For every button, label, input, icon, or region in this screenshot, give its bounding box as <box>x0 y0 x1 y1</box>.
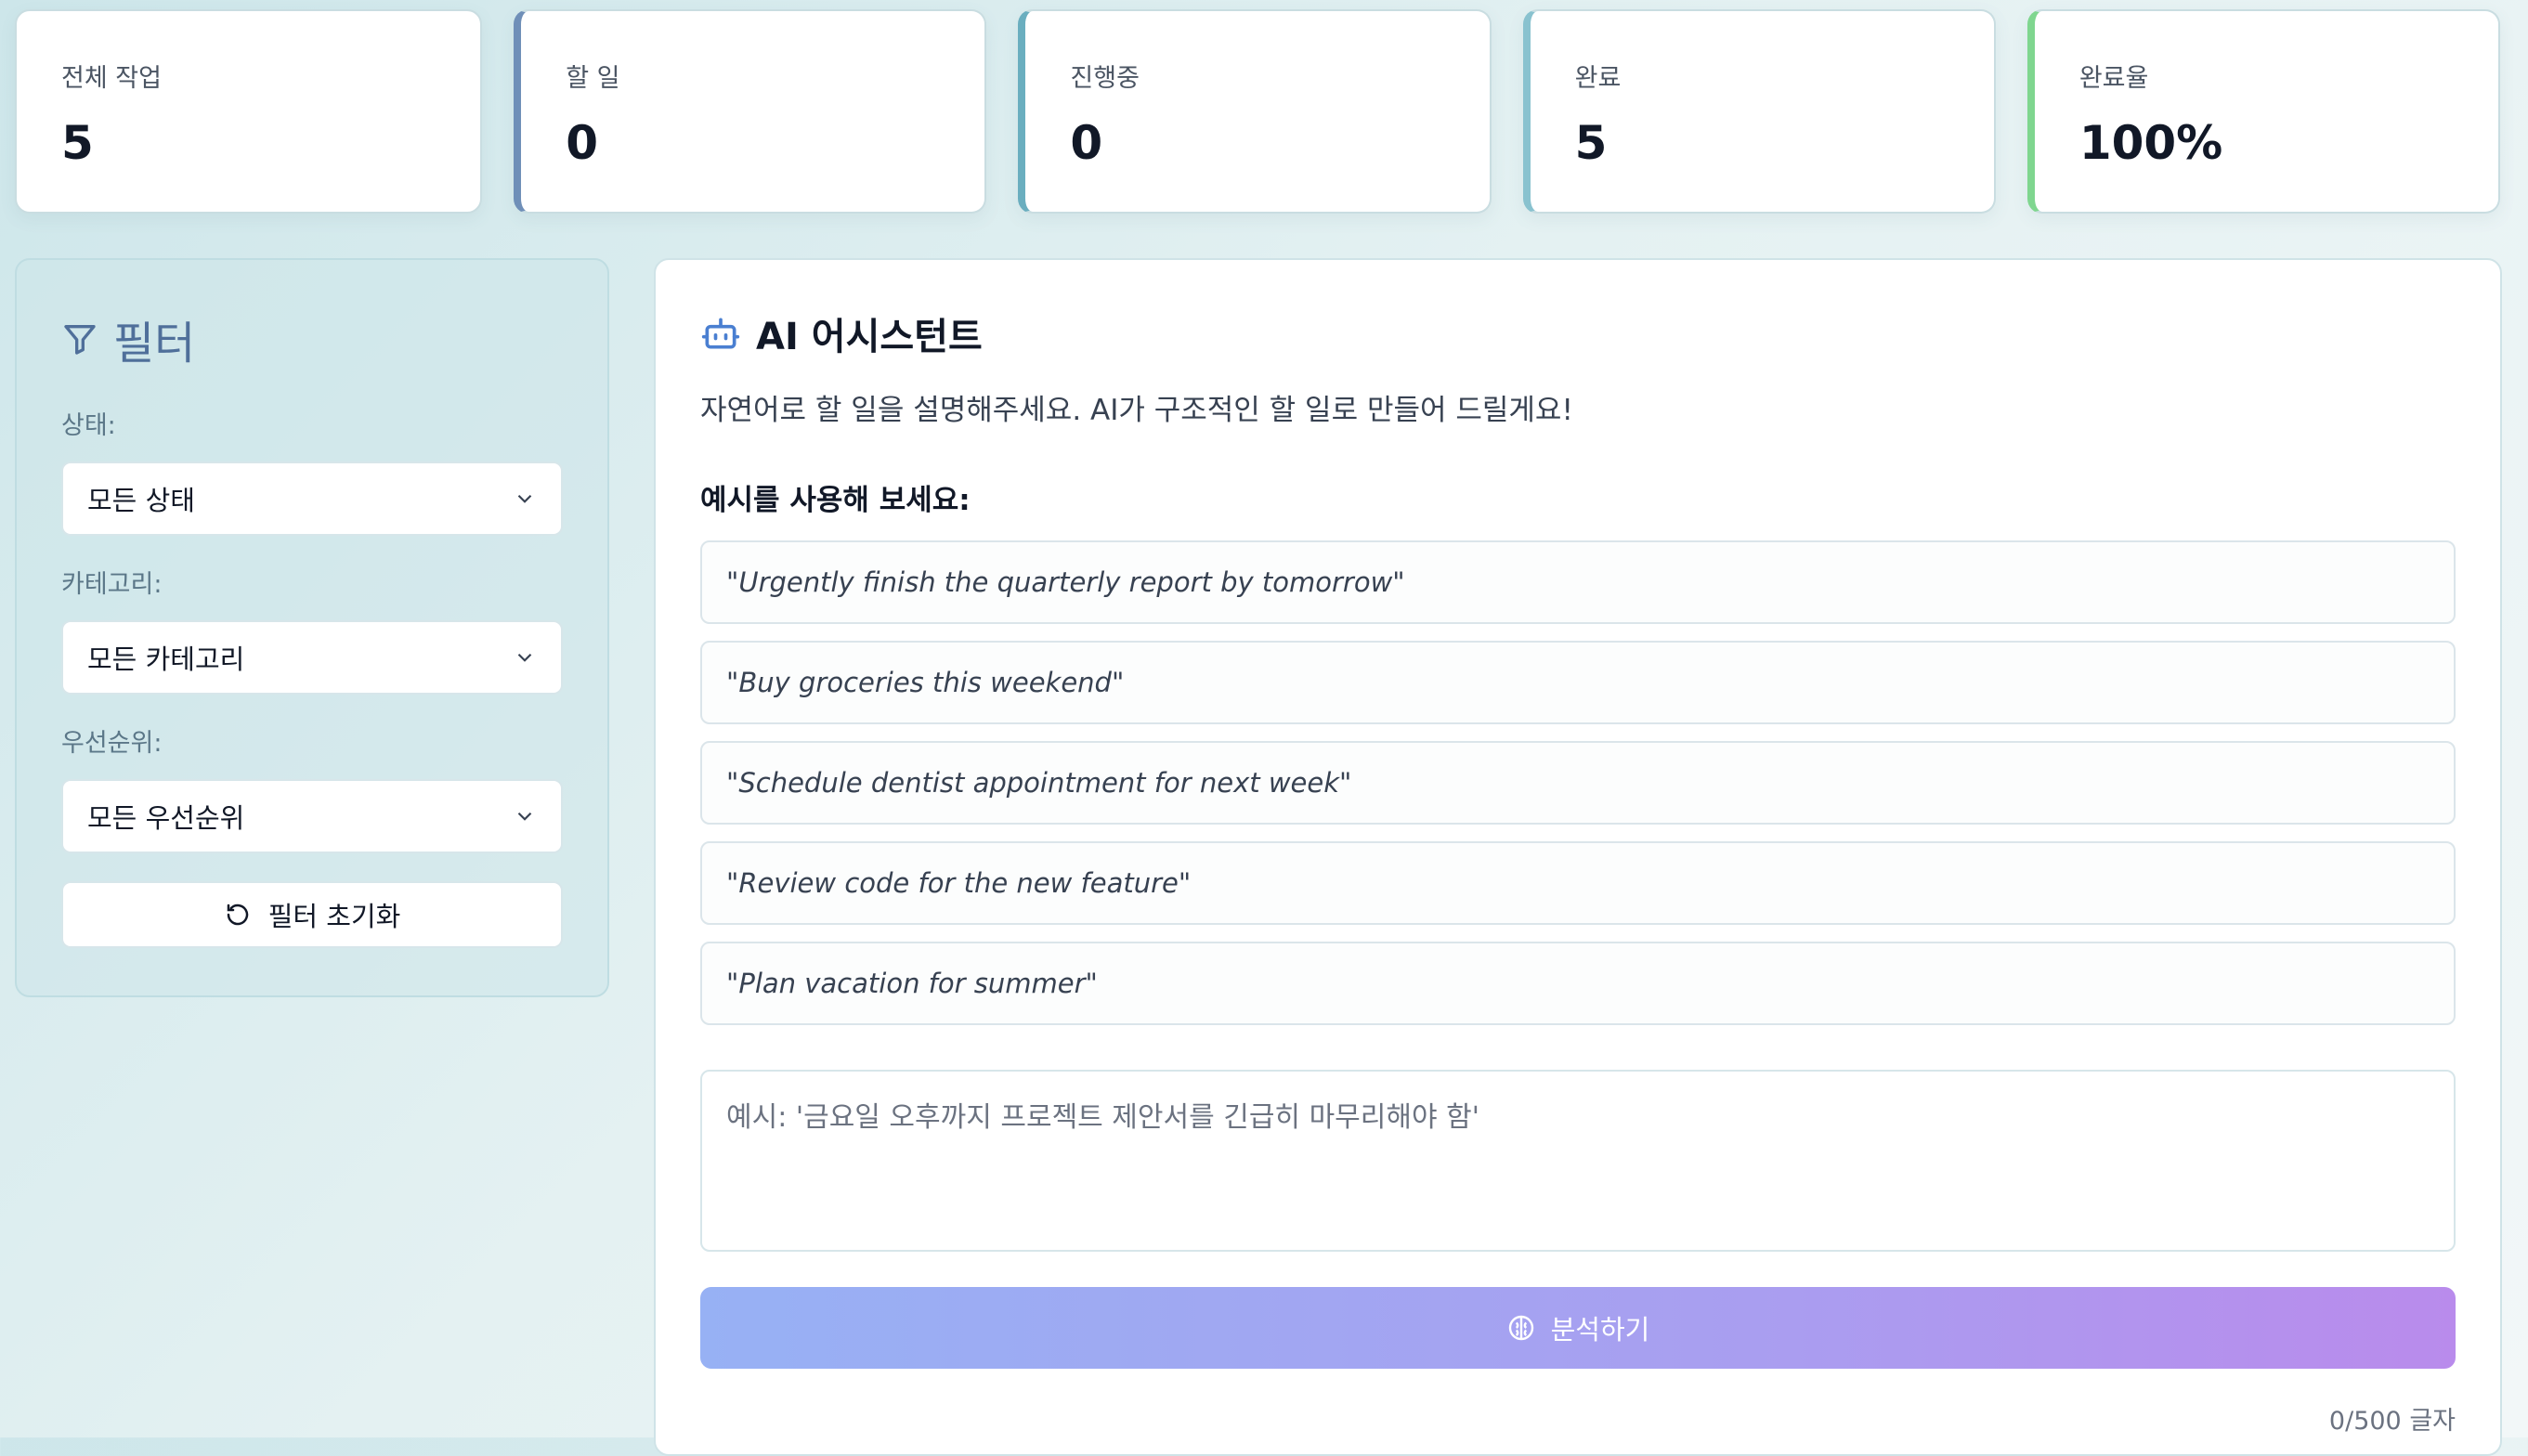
stat-value: 5 <box>1574 116 1608 170</box>
ai-assistant-title-text: AI 어시스턴트 <box>756 316 983 358</box>
char-count: 0/500 글자 <box>2328 1407 2456 1436</box>
stats-row: 전체 작업 5 할 일 0 진행중 0 완료 5 완료율 100% <box>15 9 2501 214</box>
reset-filters-button[interactable]: 필터 초기화 <box>61 881 563 948</box>
category-select-value: 모든 카테고리 <box>87 644 245 675</box>
example-prompt[interactable]: "Schedule dentist appointment for next w… <box>700 741 2456 825</box>
stat-label: 진행중 <box>1070 64 1140 93</box>
stat-card-total: 전체 작업 5 <box>15 9 483 214</box>
stat-card-todo: 할 일 0 <box>514 9 987 214</box>
robot-icon <box>700 313 741 354</box>
priority-select[interactable]: 모든 우선순위 <box>61 779 563 853</box>
filter-panel: 필터 상태: 모든 상태 카테고리: 모든 카테고리 우선순위: 모든 우선순위… <box>15 258 609 997</box>
ai-assistant-title: AI 어시스턴트 <box>700 306 2456 360</box>
stat-label: 전체 작업 <box>61 64 162 93</box>
status-select-value: 모든 상태 <box>87 485 195 516</box>
priority-filter-label: 우선순위: <box>61 729 163 758</box>
filter-icon <box>61 320 98 358</box>
reset-icon <box>224 901 252 929</box>
task-description-input[interactable] <box>700 1070 2456 1252</box>
analyze-button[interactable]: 분석하기 <box>700 1287 2456 1369</box>
stat-value: 0 <box>566 116 598 170</box>
priority-select-value: 모든 우선순위 <box>87 802 245 834</box>
status-select[interactable]: 모든 상태 <box>61 462 563 536</box>
example-prompt[interactable]: "Review code for the new feature" <box>700 841 2456 925</box>
analyze-button-label: 분석하기 <box>1550 1314 1650 1346</box>
example-prompt[interactable]: "Urgently finish the quarterly report by… <box>700 540 2456 624</box>
stat-card-completion-rate: 완료율 100% <box>2026 9 2501 214</box>
stat-value: 0 <box>1070 116 1103 170</box>
category-filter-label: 카테고리: <box>61 570 163 599</box>
stat-value: 5 <box>61 116 94 170</box>
example-prompt[interactable]: "Buy groceries this weekend" <box>700 641 2456 724</box>
filter-title-text: 필터 <box>113 318 196 370</box>
stat-card-done: 완료 5 <box>1522 9 1996 214</box>
stat-value: 100% <box>2078 116 2223 170</box>
chevron-down-icon <box>513 804 537 828</box>
reset-filters-label: 필터 초기화 <box>267 901 401 932</box>
stat-label: 할 일 <box>566 64 620 93</box>
chevron-down-icon <box>513 487 537 511</box>
stat-label: 완료율 <box>2078 64 2149 93</box>
brain-icon <box>1506 1313 1536 1343</box>
chevron-down-icon <box>513 645 537 670</box>
filter-title: 필터 <box>61 306 563 371</box>
ai-assistant-panel: AI 어시스턴트 자연어로 할 일을 설명해주세요. AI가 구조적인 할 일로… <box>654 258 2502 1456</box>
example-prompt[interactable]: "Plan vacation for summer" <box>700 942 2456 1025</box>
ai-assistant-subtitle: 자연어로 할 일을 설명해주세요. AI가 구조적인 할 일로 만들어 드릴게요… <box>700 394 1573 427</box>
stat-card-in-progress: 진행중 0 <box>1018 9 1492 214</box>
examples-heading: 예시를 사용해 보세요: <box>700 484 971 517</box>
stat-label: 완료 <box>1574 64 1622 93</box>
status-filter-label: 상태: <box>61 411 116 440</box>
category-select[interactable]: 모든 카테고리 <box>61 620 563 695</box>
